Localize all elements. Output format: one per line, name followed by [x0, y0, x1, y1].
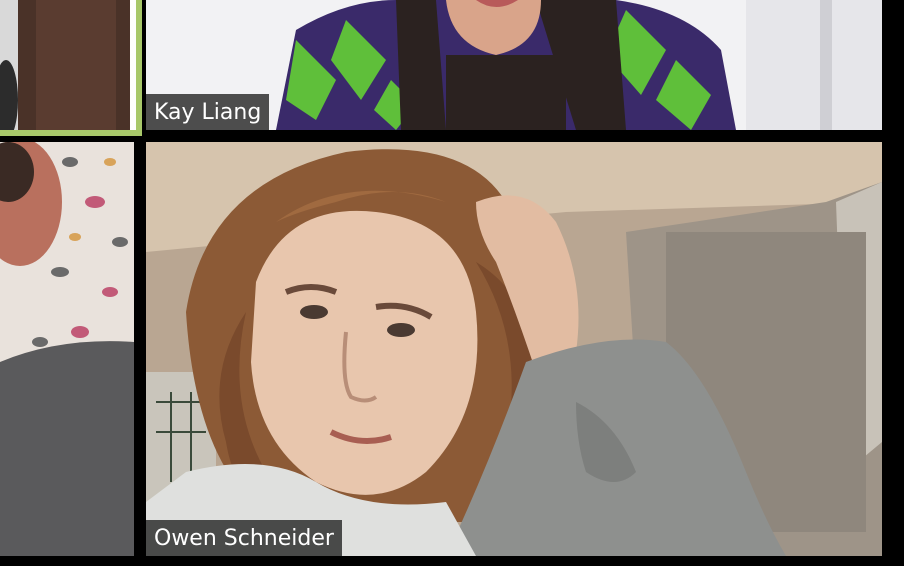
participant-tile-top-left[interactable]	[0, 0, 142, 136]
participant-tile-owen-schneider[interactable]: Owen Schneider	[146, 142, 882, 556]
participant-video-top-left	[0, 0, 142, 136]
participant-name-label: Kay Liang	[146, 94, 270, 130]
participant-tile-kay-liang[interactable]: Kay Liang	[146, 0, 882, 130]
video-gallery-grid: Kay Liang Owen Schneider	[0, 0, 904, 566]
participant-video-owen-schneider	[146, 142, 882, 556]
participant-tile-left-middle[interactable]	[0, 142, 134, 556]
participant-video-left-middle	[0, 142, 134, 556]
participant-name-label: Owen Schneider	[146, 520, 342, 556]
